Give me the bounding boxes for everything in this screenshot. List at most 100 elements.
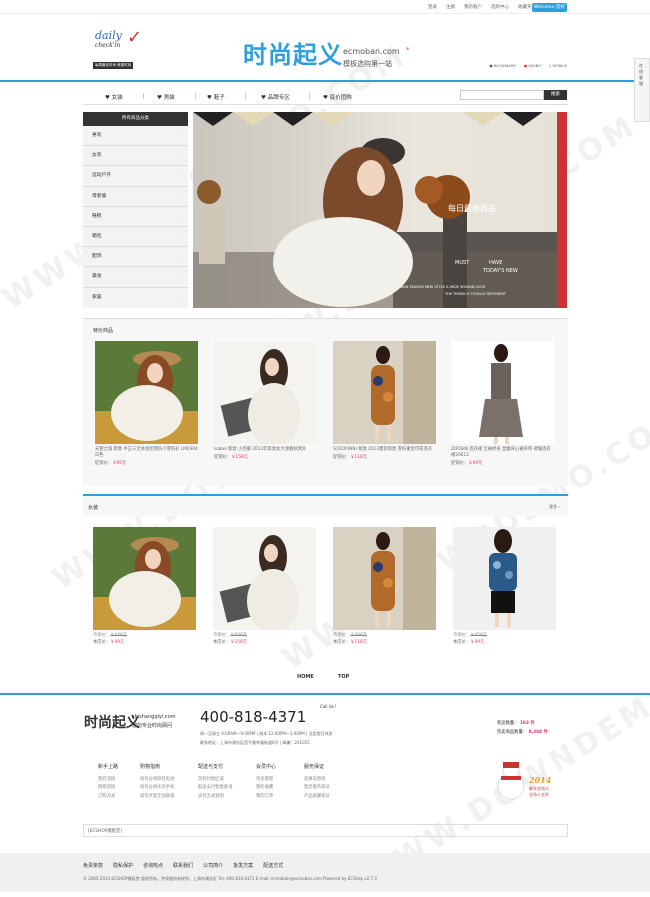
chevron-right-icon: › bbox=[181, 173, 183, 179]
product-name[interactable]: 天使之城 新款 半正三无休金团雪纺小雪纺衫 LM0304 白色 bbox=[95, 447, 198, 459]
bullet-icon: ♥ bbox=[157, 95, 164, 101]
market-price: 市场价：￥458元 bbox=[453, 633, 487, 638]
nav-item-shoes[interactable]: ♥ 鞋子 bbox=[207, 93, 225, 101]
chevron-right-icon: › bbox=[181, 274, 183, 280]
category-item[interactable]: 运动户外 › bbox=[83, 166, 188, 187]
footer-link[interactable]: 售后服务保证 bbox=[304, 784, 330, 793]
product-image[interactable] bbox=[95, 341, 198, 444]
product-image[interactable] bbox=[451, 341, 554, 444]
product-card[interactable]: 市场价：￥448元 本店价：￥99元 bbox=[93, 527, 196, 645]
footer-link[interactable]: 配送支付智能查询 bbox=[198, 784, 232, 793]
product-card[interactable]: GOLDFINNI 新款 2013夏装新款 雪纺重金印花连衣 促销价：￥118元 bbox=[333, 341, 436, 460]
my-account-link[interactable]: 我的账户 bbox=[464, 4, 482, 10]
bottom-link[interactable]: 隐私保护 bbox=[113, 862, 133, 869]
daily-checkin-logo[interactable]: daily check'in ✓ 每周最佳时尚·美丽时刻 bbox=[93, 27, 148, 69]
search-input[interactable] bbox=[460, 90, 544, 100]
chevron-right-icon: › bbox=[181, 213, 183, 219]
product-card[interactable]: 天使之城 新款 半正三无休金团雪纺小雪纺衫 LM0304 白色 促销价：￥99元 bbox=[95, 341, 198, 466]
bottom-link[interactable]: 批发方案 bbox=[233, 862, 253, 869]
bottom-link[interactable]: 免责条款 bbox=[83, 862, 103, 869]
footer-link[interactable]: 如何分辨水货手机 bbox=[140, 784, 174, 793]
weibo-link[interactable]: ● WEIBO bbox=[524, 63, 541, 68]
product-card[interactable]: 市场价：￥498元 本店价：￥118元 bbox=[333, 527, 436, 645]
new-year-promo[interactable]: 2014 新年全场大 全场八五折 bbox=[497, 756, 559, 810]
footer-link[interactable]: 产品质量保证 bbox=[304, 793, 330, 802]
footer-link[interactable]: 如何享受全国联保 bbox=[140, 793, 174, 802]
footer-link[interactable]: 支付方式说明 bbox=[198, 793, 232, 802]
category-item[interactable]: 女装 › bbox=[83, 146, 188, 167]
product-card[interactable]: Isabel 新款 小西服 2013年新款女大领春秋款外 促销价：￥158元 bbox=[214, 341, 317, 460]
nav-item-men[interactable]: ♥ 男装 bbox=[157, 93, 175, 101]
favorites-link[interactable]: 收藏夹 bbox=[518, 4, 532, 10]
category-item[interactable]: 配饰 › bbox=[83, 247, 188, 268]
footer-link[interactable]: 如何分辨原装电池 bbox=[140, 776, 174, 785]
footer-link[interactable]: 我的订单 bbox=[256, 793, 276, 802]
product-name[interactable]: Isabel 新款 小西服 2013年新款女大领春秋款外 bbox=[214, 447, 317, 453]
footer-link[interactable]: 货到付款区域 bbox=[198, 776, 232, 785]
category-sidebar: 所有商品分类 男装 › 女装 › 运动户外 › 母婴童 › 鞋靴 › 箱包 › 配饰 › 美妆… bbox=[83, 112, 188, 308]
footer-link[interactable]: 购物流程 bbox=[98, 784, 118, 793]
footer-link[interactable]: 资金管理 bbox=[256, 776, 276, 785]
nav-divider bbox=[143, 93, 144, 99]
footer-link[interactable]: 订购方式 bbox=[98, 793, 118, 802]
bottom-link[interactable]: 联系我们 bbox=[173, 862, 193, 869]
footer-link[interactable]: 我的收藏 bbox=[256, 784, 276, 793]
product-price: 促销价：￥118元 bbox=[333, 455, 367, 460]
bottom-link[interactable]: 咨询热点 bbox=[143, 862, 163, 869]
product-image[interactable] bbox=[453, 527, 556, 630]
product-name[interactable]: GOLDFINNI 新款 2013夏装新款 雪纺重金印花连衣 bbox=[333, 447, 436, 453]
product-name[interactable]: ZOOSIN 连衣裙 无袖修身 显瘦背心裙吊带 褶皱连衣裙20612 bbox=[451, 447, 554, 459]
nav-item-groupbuy[interactable]: ♥ 底价团购 bbox=[323, 93, 352, 101]
brand-title[interactable]: 时尚起义 bbox=[243, 35, 343, 70]
side-char: 服 bbox=[639, 81, 643, 86]
home-link[interactable]: HOME bbox=[297, 674, 314, 680]
bookmark-link[interactable]: ● BOOKMARK bbox=[489, 63, 516, 68]
footer-link[interactable]: 退换货原则 bbox=[304, 776, 330, 785]
nav-item-brands[interactable]: ♥ 品牌专区 bbox=[261, 93, 290, 101]
bottom-link[interactable]: 公司简介 bbox=[203, 862, 223, 869]
product-image[interactable] bbox=[213, 527, 316, 630]
product-card[interactable]: 市场价：￥698元 本店价：￥158元 bbox=[213, 527, 316, 645]
nav-item-women[interactable]: ♥ 女装 bbox=[105, 93, 123, 101]
footer-brand-slogan: 您的专业时尚顾问 bbox=[132, 723, 173, 729]
bullet-icon: ♥ bbox=[105, 95, 112, 101]
banner-tag-have: HAVE bbox=[489, 260, 503, 266]
product-image[interactable] bbox=[214, 341, 317, 444]
product-image[interactable] bbox=[333, 341, 436, 444]
online-service-widget[interactable]: 在 线 客 服 bbox=[634, 58, 650, 122]
product-image[interactable] bbox=[93, 527, 196, 630]
footer-hours: 周一至周五 9:00AM～9:00PM | 周末 12:00PM～1:00PM … bbox=[200, 731, 333, 736]
purchase-center-link[interactable]: 选购中心 bbox=[491, 4, 509, 10]
product-image[interactable] bbox=[333, 527, 436, 630]
category-item[interactable]: 鞋靴 › bbox=[83, 207, 188, 227]
chevron-right-icon: › bbox=[181, 133, 183, 138]
category-item[interactable]: 家居 › bbox=[83, 288, 188, 308]
footer-column: 会员中心 资金管理 我的收藏 我的订单 bbox=[256, 763, 276, 801]
product-card[interactable]: ZOOSIN 连衣裙 无袖修身 显瘦背心裙吊带 褶皱连衣裙20612 促销价：￥… bbox=[451, 341, 554, 466]
category-item[interactable]: 男装 › bbox=[83, 126, 188, 147]
product-card[interactable]: 市场价：￥458元 本店价：￥99元 bbox=[453, 527, 556, 645]
women-title: 女装 bbox=[88, 505, 99, 511]
welcome-button[interactable]: Welcome 您好 bbox=[532, 3, 567, 12]
hero-banner[interactable]: 每日最新商品 MUST HAVE TODAY'S NEW NEW SEASON … bbox=[193, 112, 567, 308]
login-link[interactable]: 登录 bbox=[428, 4, 437, 10]
more-link[interactable]: 更多 › bbox=[549, 504, 560, 510]
header-links: ● BOOKMARK ● WEIBO ▯ MOBILE bbox=[489, 63, 567, 68]
category-item[interactable]: 母婴童 › bbox=[83, 187, 188, 207]
mobile-link[interactable]: ▯ MOBILE bbox=[549, 63, 567, 68]
footer-column: 服务保证 退换货原则 售后服务保证 产品质量保证 bbox=[304, 763, 330, 801]
category-item[interactable]: 箱包 › bbox=[83, 227, 188, 248]
promo-line2: 全场八五折 bbox=[529, 792, 549, 797]
nav-divider bbox=[309, 93, 310, 99]
shop-price: 本店价：￥99元 bbox=[93, 640, 125, 645]
footer-link[interactable]: 售后流程 bbox=[98, 776, 118, 785]
banner-illustration bbox=[193, 112, 567, 308]
register-link[interactable]: 注册 bbox=[446, 4, 455, 10]
top-link[interactable]: TOP bbox=[338, 674, 349, 680]
search-button[interactable]: 搜索 bbox=[544, 90, 567, 100]
banner-tag-today: TODAY'S NEW bbox=[483, 268, 518, 274]
category-item[interactable]: 美妆 › bbox=[83, 267, 188, 288]
market-price: 市场价：￥698元 bbox=[213, 633, 247, 638]
logo-word-checkin: check'in bbox=[95, 42, 121, 49]
bottom-link[interactable]: 配送方式 bbox=[263, 862, 283, 869]
